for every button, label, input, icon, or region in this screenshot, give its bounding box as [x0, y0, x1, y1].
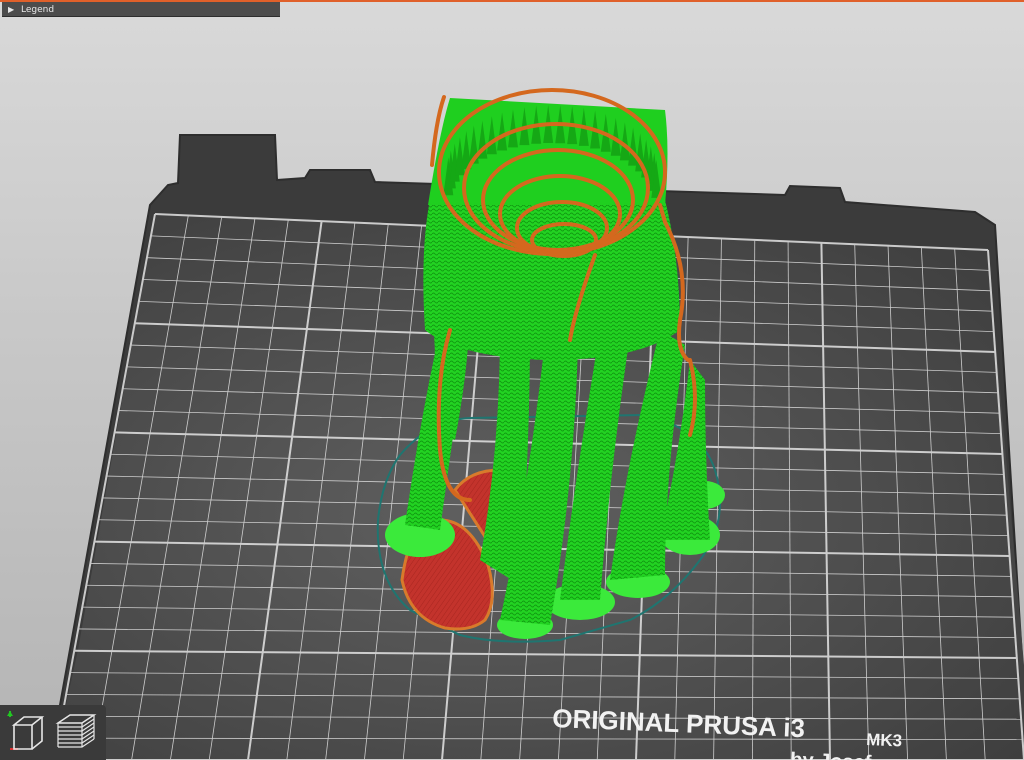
view-toolbar [0, 705, 106, 760]
layers-icon [55, 714, 97, 748]
cube-icon [7, 711, 45, 750]
bed-model-text: MK3 [866, 730, 903, 750]
legend-label: Legend [21, 5, 55, 15]
layers-view-button[interactable] [54, 709, 98, 755]
legend-toggle[interactable]: ▶ Legend [2, 2, 280, 17]
expand-arrow-icon: ▶ [8, 5, 15, 14]
3d-preview-viewport[interactable]: ORIGINAL PRUSA i3 MK3 by Josef [0, 0, 1024, 760]
3d-view-button[interactable] [4, 709, 48, 755]
